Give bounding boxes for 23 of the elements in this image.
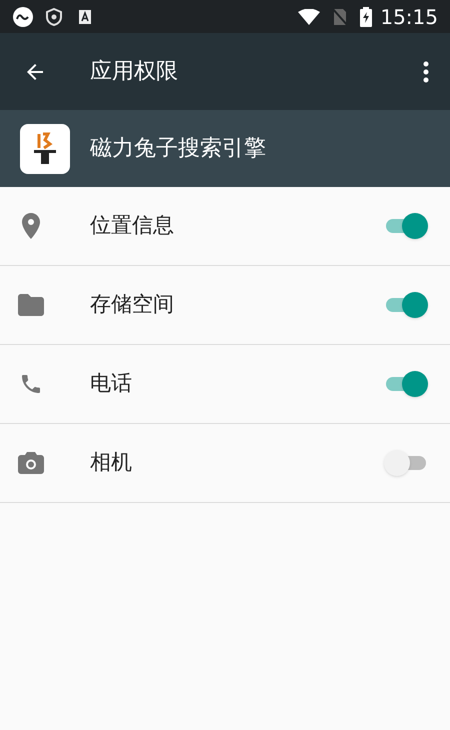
shield-icon xyxy=(46,8,62,26)
app-name: 磁力兔子搜索引擎 xyxy=(90,135,266,163)
phone-icon xyxy=(19,372,43,396)
permission-label: 电话 xyxy=(90,370,133,398)
more-vertical-icon xyxy=(423,60,429,82)
folder-icon xyxy=(18,294,44,316)
font-icon xyxy=(78,8,92,24)
permission-label: 存储空间 xyxy=(90,291,175,318)
clock: 15:15 xyxy=(380,4,438,30)
toggle-switch[interactable] xyxy=(384,290,428,320)
toggle-switch[interactable] xyxy=(384,369,428,399)
no-sim-icon xyxy=(332,8,348,26)
wifi-icon xyxy=(298,8,320,24)
location-pin-icon xyxy=(22,213,40,239)
toggle-switch[interactable] xyxy=(384,448,428,478)
app-icon xyxy=(20,124,70,174)
battery-icon xyxy=(360,6,372,26)
permission-label: 相机 xyxy=(90,449,133,476)
page-title: 应用权限 xyxy=(90,58,178,86)
permission-label: 位置信息 xyxy=(90,212,175,240)
camera-icon xyxy=(18,451,44,475)
app-logo-icon xyxy=(12,6,34,28)
toggle-switch[interactable] xyxy=(384,211,428,241)
